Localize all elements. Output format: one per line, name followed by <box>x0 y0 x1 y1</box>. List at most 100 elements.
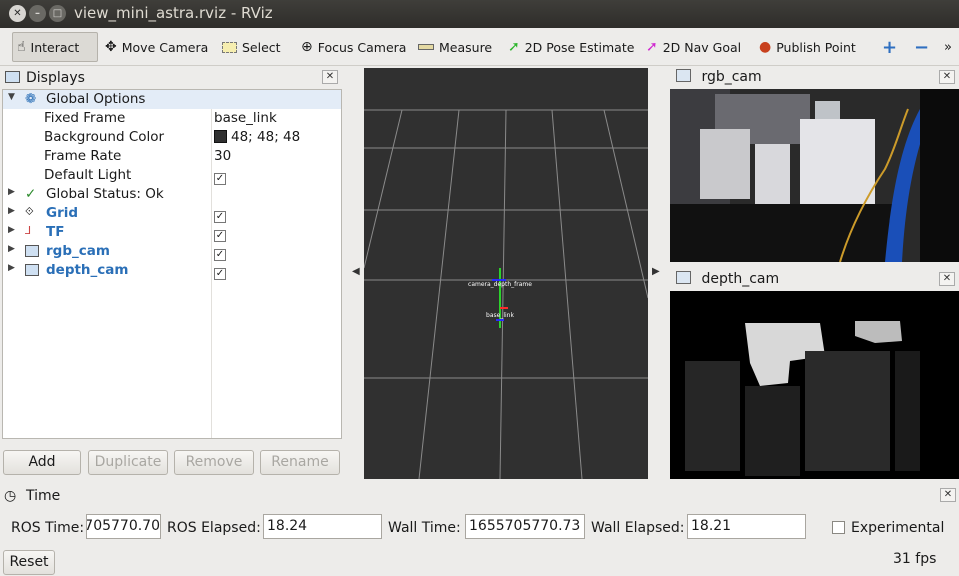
displays-close-button[interactable]: ✕ <box>322 70 338 84</box>
duplicate-display-button[interactable]: Duplicate <box>88 450 168 475</box>
move-camera-tool-button[interactable]: ✥ Move Camera <box>101 32 212 62</box>
displays-panel-header: Displays ✕ <box>0 68 341 89</box>
ros-time-field[interactable]: 1655705770.70 <box>86 514 161 539</box>
hand-pointer-icon: ☝ <box>17 39 26 55</box>
wall-elapsed-field[interactable]: 18.21 <box>687 514 806 539</box>
ros-time-label: ROS Time: <box>11 520 85 536</box>
depth-cam-title: depth_cam <box>701 271 780 287</box>
color-swatch-icon <box>214 130 227 143</box>
interact-tool-button[interactable]: ☝ Interact <box>12 32 98 62</box>
ros-time-value: 1655705770.70 <box>86 518 160 534</box>
nav-goal-label: 2D Nav Goal <box>662 39 742 55</box>
monitor-icon <box>5 71 20 83</box>
publish-point-label: Publish Point <box>776 39 856 55</box>
map-pin-icon: ● <box>759 39 772 55</box>
select-tool-button[interactable]: Select <box>218 32 285 62</box>
collapse-right-arrow-icon[interactable]: ▶ <box>652 266 660 277</box>
displays-title: Displays <box>26 70 85 86</box>
fixed-frame-label: Fixed Frame <box>44 110 126 126</box>
tree-row-rgb-cam[interactable]: ▶ rgb_cam ✓ <box>3 242 341 261</box>
3d-render-view[interactable]: camera_depth_frame base_link <box>363 68 649 480</box>
interact-tool-label: Interact <box>30 39 80 55</box>
rgb-camera-feed <box>670 89 959 262</box>
tree-row-tf[interactable]: ▶ ⅃ TF ✓ <box>3 223 341 242</box>
time-panel-title: Time <box>26 488 61 504</box>
background-color-field[interactable]: 48; 48; 48 <box>214 129 300 145</box>
ros-elapsed-label: ROS Elapsed: <box>167 520 261 536</box>
displays-tree[interactable]: ▼ ❁ Global Options Fixed Frame base_link… <box>2 89 342 439</box>
grid-display-label: Grid <box>46 205 79 221</box>
collapse-left-arrow-icon[interactable]: ◀ <box>352 266 360 277</box>
fixed-frame-value[interactable]: base_link <box>214 110 277 126</box>
nav-goal-tool-button[interactable]: ➚ 2D Nav Goal <box>642 32 745 62</box>
image-icon <box>676 271 691 284</box>
toolbar: ☝ Interact ✥ Move Camera Select ⊕ Focus … <box>0 28 959 66</box>
image-icon <box>25 245 39 257</box>
tree-row-frame-rate[interactable]: Frame Rate 30 <box>3 147 341 166</box>
remove-display-button[interactable]: Remove <box>174 450 254 475</box>
tree-row-background-color[interactable]: Background Color 48; 48; 48 <box>3 128 341 147</box>
image-icon <box>25 264 39 276</box>
select-label: Select <box>242 39 281 55</box>
depth-camera-image <box>670 291 959 479</box>
depth-camera-feed <box>670 291 959 479</box>
collapsed-arrow-icon: ▶ <box>8 225 15 235</box>
experimental-checkbox[interactable] <box>832 521 845 534</box>
rgb-cam-close-button[interactable]: ✕ <box>939 70 955 84</box>
overflow-icon: » <box>944 39 952 55</box>
tf-enabled-checkbox[interactable]: ✓ <box>214 230 226 242</box>
wall-elapsed-label: Wall Elapsed: <box>591 520 685 536</box>
reset-button[interactable]: Reset <box>3 550 55 575</box>
clock-icon: ◷ <box>4 488 17 504</box>
window-maximize-button[interactable]: □ <box>49 5 66 22</box>
add-tool-button[interactable]: + <box>878 32 901 62</box>
grid-icon: ⟐ <box>25 205 34 218</box>
ros-elapsed-field[interactable]: 18.24 <box>263 514 382 539</box>
tree-row-grid[interactable]: ▶ ⟐ Grid ✓ <box>3 204 341 223</box>
tree-row-fixed-frame[interactable]: Fixed Frame base_link <box>3 109 341 128</box>
add-display-button[interactable]: Add <box>3 450 81 475</box>
ruler-icon <box>418 44 434 50</box>
pose-estimate-label: 2D Pose Estimate <box>524 39 635 55</box>
tree-row-depth-cam[interactable]: ▶ depth_cam ✓ <box>3 261 341 280</box>
tree-row-global-options[interactable]: ▼ ❁ Global Options <box>3 90 341 109</box>
rgb-cam-display-label: rgb_cam <box>46 243 110 259</box>
tf-frame-label: camera_depth_frame <box>468 281 532 288</box>
grid-enabled-checkbox[interactable]: ✓ <box>214 211 226 223</box>
rgb-cam-enabled-checkbox[interactable]: ✓ <box>214 249 226 261</box>
move-camera-label: Move Camera <box>121 39 209 55</box>
tree-row-global-status[interactable]: ▶ ✓ Global Status: Ok <box>3 185 341 204</box>
publish-point-tool-button[interactable]: ● Publish Point <box>755 32 860 62</box>
frame-rate-value[interactable]: 30 <box>214 148 231 164</box>
measure-tool-button[interactable]: Measure <box>414 32 496 62</box>
default-light-checkbox[interactable]: ✓ <box>214 173 226 185</box>
toolbar-overflow-button[interactable]: » <box>940 32 956 62</box>
move-arrows-icon: ✥ <box>105 39 117 55</box>
base-link-frame-label: base_link <box>486 312 514 319</box>
rgb-cam-title: rgb_cam <box>701 69 762 85</box>
pose-estimate-tool-button[interactable]: ➚ 2D Pose Estimate <box>504 32 638 62</box>
depth-cam-close-button[interactable]: ✕ <box>939 272 955 286</box>
rename-display-button[interactable]: Rename <box>260 450 340 475</box>
window-minimize-button[interactable]: – <box>29 5 46 22</box>
green-arrow-icon: ➚ <box>508 39 520 55</box>
collapsed-arrow-icon: ▶ <box>8 244 15 254</box>
depth-cam-enabled-checkbox[interactable]: ✓ <box>214 268 226 280</box>
rgb-cam-panel-header: rgb_cam ✕ <box>670 68 959 89</box>
remove-tool-button[interactable]: − <box>910 32 933 62</box>
tree-row-default-light[interactable]: Default Light ✓ <box>3 166 341 185</box>
focus-camera-tool-button[interactable]: ⊕ Focus Camera <box>297 32 410 62</box>
depth-cam-panel-header: depth_cam ✕ <box>670 270 959 291</box>
frame-rate-label: Frame Rate <box>44 148 122 164</box>
expanded-arrow-icon: ▼ <box>8 92 15 102</box>
global-options-label: Global Options <box>46 91 146 107</box>
fps-readout: 31 fps <box>893 551 937 567</box>
wall-time-field[interactable]: 1655705770.73 <box>465 514 585 539</box>
time-close-button[interactable]: ✕ <box>940 488 956 502</box>
wall-time-label: Wall Time: <box>388 520 461 536</box>
window-titlebar: ✕ – □ view_mini_astra.rviz - RViz <box>0 0 959 28</box>
measure-label: Measure <box>439 39 493 55</box>
window-close-button[interactable]: ✕ <box>9 5 26 22</box>
check-ok-icon: ✓ <box>25 186 37 202</box>
grid-visualization: camera_depth_frame base_link <box>363 109 649 480</box>
